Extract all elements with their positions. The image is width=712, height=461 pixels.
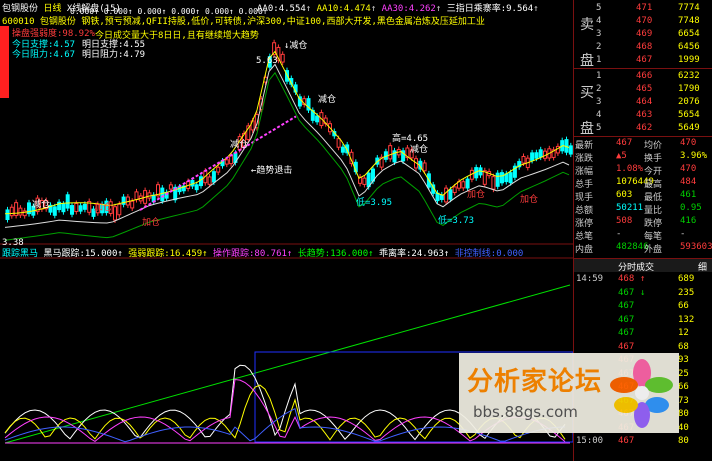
- tick-row: 467 132: [618, 314, 695, 325]
- reduce-label: 减仓: [230, 140, 249, 150]
- quote-row: 总手 1076449 最高 484: [575, 177, 697, 190]
- sell-level-5[interactable]: 5 471 7774: [574, 3, 712, 16]
- flower-logo-icon: [610, 359, 673, 428]
- reduce-label: 减仓: [410, 145, 429, 155]
- low-label-2: 低=3.73: [438, 216, 475, 226]
- quote-row: 涨跌 ▲5 换手 3.96%: [575, 151, 708, 164]
- tick-row: 467 12: [618, 328, 689, 338]
- sell-level-3[interactable]: 3 469 6654: [574, 29, 712, 42]
- low-label-1: 低=3.95: [356, 198, 393, 208]
- quote-row: 内盘 482846 外盘 593603: [575, 242, 712, 255]
- tick-row: 14:59 468 ↑ 689: [576, 274, 695, 284]
- add-label: 加仓: [520, 195, 539, 205]
- watermark-title: 分析家论坛: [467, 367, 603, 397]
- buy-level-5[interactable]: 5 462 5649: [574, 123, 712, 136]
- quote-row: 涨幅 1.08% 今开 470: [575, 164, 697, 177]
- quote-row: 涨停 508 跌停 416: [575, 216, 697, 229]
- quote-row: 现手 603 最低 461: [575, 190, 697, 203]
- trend-retreat-label: ←趋势退击: [251, 166, 293, 176]
- reduce-label: 减仓: [32, 200, 51, 210]
- tick-row: 46766: [618, 301, 689, 311]
- quote-row: 总额 50211 量比 0.95: [575, 203, 702, 216]
- peak-reduce-label: ↓减仓: [284, 41, 308, 51]
- add-label: 加仓: [94, 203, 113, 213]
- buy-level-1[interactable]: 1 466 6232: [574, 71, 712, 84]
- quote-row: 最新 467 均价 470: [575, 138, 697, 151]
- buy-level-3[interactable]: 3 464 2076: [574, 97, 712, 110]
- quote-row: 总笔 - 每笔 -: [575, 229, 686, 242]
- reduce-label: 减仓: [318, 95, 337, 105]
- ticks-header[interactable]: 分时成交 细: [574, 259, 712, 273]
- sub-chart-header: 跟踪黑马 黑马跟踪:15.000↑ 强弱跟踪:16.459↑ 操作跟踪:80.7…: [2, 249, 524, 259]
- watermark: 分析家论坛 bbs.88gs.com: [459, 353, 679, 433]
- sell-level-2[interactable]: 2 468 6456: [574, 42, 712, 55]
- add-label: 加仓: [467, 190, 486, 200]
- sell-level-1[interactable]: 1 467 1999: [574, 55, 712, 68]
- buy-level-4[interactable]: 4 463 5654: [574, 110, 712, 123]
- tick-row: 467 ↓ 235: [618, 287, 695, 298]
- watermark-url: bbs.88gs.com: [473, 403, 578, 421]
- add-label: 加仓: [142, 218, 161, 228]
- sell-level-4[interactable]: 4 470 7748: [574, 16, 712, 29]
- high-price-label: 5.63: [256, 56, 278, 66]
- tick-row: 15:00 467 80: [576, 436, 689, 446]
- buy-level-2[interactable]: 2 465 1790: [574, 84, 712, 97]
